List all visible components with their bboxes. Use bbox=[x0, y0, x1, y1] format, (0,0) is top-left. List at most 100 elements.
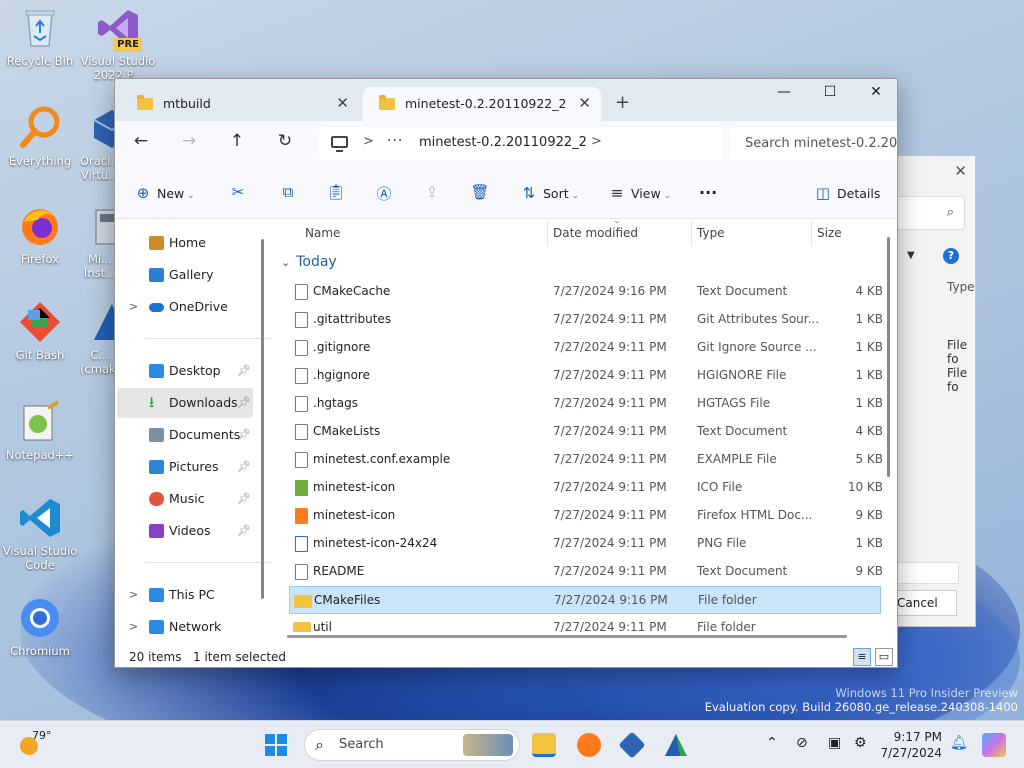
sidebar-item-pictures[interactable]: Pictures 📌︎ bbox=[117, 452, 253, 482]
desktop-icon-label: Everything bbox=[8, 154, 72, 168]
chevron-right-icon[interactable]: > bbox=[129, 292, 138, 322]
maximize-button[interactable]: ☐ bbox=[807, 84, 853, 100]
firefox-taskbar-icon[interactable] bbox=[577, 733, 601, 757]
tiles-view-icon[interactable]: ▭ bbox=[875, 648, 893, 666]
start-button[interactable] bbox=[264, 733, 288, 757]
desktop-icon-git-bash[interactable]: Git Bash bbox=[2, 300, 78, 362]
table-row[interactable]: minetest-icon 7/27/2024 9:11 PM ICO File 10… bbox=[289, 474, 883, 502]
close-window-button[interactable]: ✕ bbox=[853, 84, 897, 100]
notepadpp-icon bbox=[18, 400, 62, 444]
sidebar-item-videos[interactable]: Videos 📌︎ bbox=[117, 516, 253, 546]
help-icon[interactable]: ? bbox=[943, 248, 959, 264]
cut-icon[interactable]: ✂ bbox=[227, 183, 249, 205]
new-tab-icon[interactable]: + bbox=[615, 92, 630, 113]
up-arrow-icon[interactable]: ↑ bbox=[223, 131, 251, 157]
table-row[interactable]: CMakeFiles 7/27/2024 9:16 PM File folder bbox=[289, 586, 881, 614]
chevron-right-icon[interactable]: > bbox=[129, 580, 138, 610]
file-size: 9 KB bbox=[855, 508, 883, 522]
sidebar-item-documents[interactable]: Documents 📌︎ bbox=[117, 420, 253, 450]
minimize-button[interactable]: — bbox=[761, 84, 807, 100]
table-row[interactable]: util 7/27/2024 9:11 PM File folder bbox=[289, 614, 881, 632]
desktop-icon-visual-studio[interactable]: PRE Visual Studio 2022 P... bbox=[80, 6, 156, 82]
table-row[interactable]: CMakeLists 7/27/2024 9:11 PM Text Document… bbox=[289, 418, 883, 446]
system-clock[interactable]: 9:17 PM 7/27/2024 bbox=[872, 729, 942, 761]
chevron-right-icon[interactable]: > bbox=[129, 612, 138, 642]
new-button[interactable]: ⊕ New ⌄ bbox=[133, 181, 195, 205]
notification-bell-icon[interactable]: 🔔︎ bbox=[950, 735, 968, 751]
back-arrow-icon[interactable]: ← bbox=[127, 131, 155, 157]
details-view-icon[interactable]: ≡ bbox=[853, 648, 871, 666]
close-tab-icon[interactable]: ✕ bbox=[336, 94, 349, 112]
virtualbox-taskbar-icon[interactable] bbox=[618, 731, 646, 759]
desktop-icon-recycle-bin[interactable]: Recycle Bin bbox=[2, 6, 78, 68]
close-tab-icon[interactable]: ✕ bbox=[578, 94, 591, 112]
breadcrumb-separator[interactable]: > bbox=[363, 134, 374, 149]
sidebar-scrollbar[interactable] bbox=[261, 239, 264, 599]
sort-button[interactable]: ⇅ Sort ⌄ bbox=[519, 181, 579, 205]
sidebar-item-onedrive[interactable]: > OneDrive bbox=[117, 292, 253, 322]
cmake-taskbar-icon[interactable] bbox=[664, 733, 688, 757]
desktop-icon-everything[interactable]: Everything bbox=[2, 106, 78, 168]
file-date: 7/27/2024 9:11 PM bbox=[553, 564, 667, 578]
desktop-icon-firefox[interactable]: Firefox bbox=[2, 204, 78, 266]
copilot-icon[interactable] bbox=[982, 733, 1006, 757]
sidebar-item-desktop[interactable]: Desktop 📌︎ bbox=[117, 356, 253, 386]
copy-icon[interactable]: ⧉ bbox=[277, 183, 299, 205]
dialog-filename-input[interactable] bbox=[891, 562, 959, 584]
tab-mtbuild[interactable]: mtbuild ✕ bbox=[121, 87, 359, 121]
breadcrumb-overflow[interactable]: ··· bbox=[387, 133, 403, 149]
sidebar-item-label: Documents bbox=[169, 427, 241, 442]
more-options-button[interactable]: ··· bbox=[699, 181, 717, 205]
sidebar-item-network[interactable]: > Network bbox=[117, 612, 253, 642]
git-bash-icon bbox=[18, 300, 62, 344]
tab-label: mtbuild bbox=[163, 96, 211, 111]
bluetooth-icon[interactable]: ⚙ bbox=[854, 735, 867, 751]
weather-widget[interactable]: 79° bbox=[20, 729, 52, 755]
sidebar-item-music[interactable]: Music 📌︎ bbox=[117, 484, 253, 514]
table-row[interactable]: README 7/27/2024 9:11 PM Text Document 9 KB bbox=[289, 558, 883, 586]
table-row[interactable]: .gitignore 7/27/2024 9:11 PM Git Ignore So… bbox=[289, 334, 883, 362]
file-explorer-taskbar-icon[interactable] bbox=[532, 733, 556, 757]
windows-watermark: Windows 11 Pro Insider Preview Evaluatio… bbox=[705, 686, 1018, 714]
chevron-down-icon[interactable]: ▼ bbox=[907, 250, 915, 261]
horizontal-scrollbar[interactable] bbox=[287, 635, 847, 638]
search-input[interactable]: Search minetest-0.2.20110922_2 bbox=[731, 127, 897, 161]
rename-icon[interactable]: Ⓐ bbox=[373, 183, 395, 205]
breadcrumb-separator[interactable]: > bbox=[591, 134, 602, 149]
sidebar-item-gallery[interactable]: Gallery bbox=[117, 260, 253, 290]
refresh-icon[interactable]: ↻ bbox=[271, 131, 299, 157]
sidebar-item-downloads[interactable]: ⭳ Downloads 📌︎ bbox=[117, 388, 253, 418]
vertical-scrollbar[interactable] bbox=[887, 237, 890, 477]
desktop-icon-vscode[interactable]: Visual Studio Code bbox=[2, 496, 78, 572]
table-row[interactable]: .hgtags 7/27/2024 9:11 PM HGTAGS File 1 KB bbox=[289, 390, 883, 418]
share-icon[interactable]: ⇪ bbox=[421, 183, 443, 205]
table-row[interactable]: minetest-icon-24x24 7/27/2024 9:11 PM PNG … bbox=[289, 530, 883, 558]
network-off-icon[interactable]: ⊘ bbox=[796, 735, 808, 751]
table-row[interactable]: .hgignore 7/27/2024 9:11 PM HGIGNORE File 1… bbox=[289, 362, 883, 390]
breadcrumb-current[interactable]: minetest-0.2.20110922_2 bbox=[419, 135, 587, 150]
dialog-type-header[interactable]: Type bbox=[947, 280, 975, 294]
details-pane-button[interactable]: ◫ Details bbox=[813, 181, 880, 205]
display-icon[interactable]: ▣ bbox=[828, 735, 841, 751]
table-row[interactable]: .gitattributes 7/27/2024 9:11 PM Git Attri… bbox=[289, 306, 883, 334]
tab-minetest[interactable]: minetest-0.2.20110922_2 ✕ bbox=[363, 87, 601, 121]
delete-icon[interactable]: 🗑︎ bbox=[469, 183, 491, 205]
file-type: Text Document bbox=[697, 284, 788, 298]
sidebar-item-this-pc[interactable]: > This PC bbox=[117, 580, 253, 610]
close-icon[interactable]: ✕ bbox=[954, 162, 967, 180]
desktop-icon-chromium[interactable]: Chromium bbox=[2, 596, 78, 658]
forward-arrow-icon[interactable]: → bbox=[175, 131, 203, 157]
chevron-up-icon[interactable]: ⌃ bbox=[766, 735, 778, 751]
file-size: 1 KB bbox=[855, 340, 883, 354]
cancel-button[interactable]: Cancel bbox=[891, 590, 957, 616]
view-button[interactable]: ≡ View ⌄ bbox=[607, 181, 672, 205]
address-bar[interactable]: > ··· minetest-0.2.20110922_2 > bbox=[319, 127, 723, 161]
sidebar-item-home[interactable]: Home bbox=[117, 228, 253, 258]
desktop-icon-notepadpp[interactable]: Notepad++ bbox=[2, 400, 78, 462]
dialog-search-input[interactable]: ⌕ bbox=[891, 196, 965, 230]
table-row[interactable]: CMakeCache 7/27/2024 9:16 PM Text Document… bbox=[289, 278, 883, 306]
table-row[interactable]: minetest.conf.example 7/27/2024 9:11 PM EX… bbox=[289, 446, 883, 474]
taskbar-search[interactable]: ⌕ Search bbox=[304, 729, 520, 761]
paste-icon[interactable]: 📋︎ bbox=[325, 183, 347, 205]
table-row[interactable]: minetest-icon 7/27/2024 9:11 PM Firefox HT… bbox=[289, 502, 883, 530]
